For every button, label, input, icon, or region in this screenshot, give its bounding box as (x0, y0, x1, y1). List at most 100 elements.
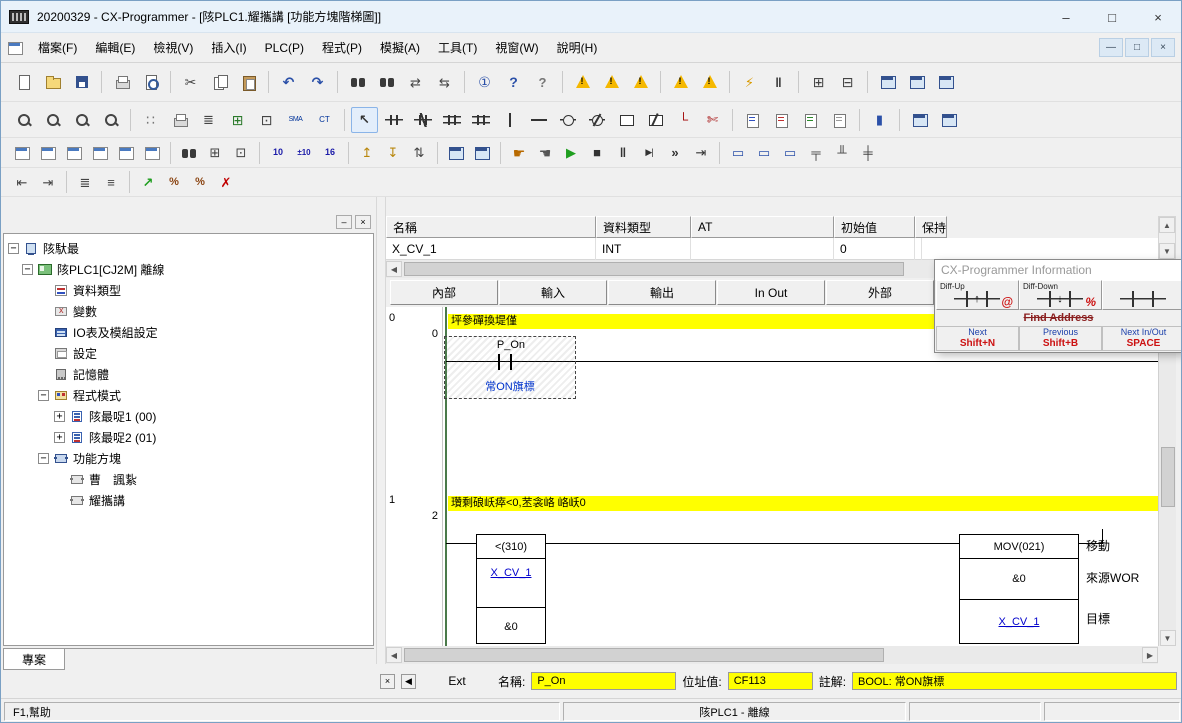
indent-button[interactable]: ⇥ (36, 171, 60, 194)
delete-connection-button[interactable]: ✄ (699, 107, 726, 133)
menu-item[interactable]: 插入(I) (202, 35, 255, 60)
tree-expander[interactable]: − (22, 264, 33, 275)
zoom-out-button[interactable] (39, 107, 66, 133)
workspace-toggle-button[interactable] (874, 69, 901, 95)
cross-reference-button[interactable]: ⊞ (805, 69, 832, 95)
invalidate-fb-button[interactable]: ✗ (214, 171, 238, 194)
popup-previous-button[interactable]: Previous Shift+B (1019, 326, 1102, 351)
ladder-hscrollbar[interactable]: ◀ ▶ (386, 646, 1158, 664)
output-window-toggle-button[interactable] (903, 69, 930, 95)
tree-expander[interactable]: − (8, 243, 19, 254)
scroll-up-icon[interactable]: ▲ (1159, 217, 1175, 233)
retrieve-button[interactable]: ⇆ (431, 69, 458, 95)
scroll-thumb[interactable] (404, 648, 884, 662)
menu-item[interactable]: 說明(H) (548, 35, 607, 60)
name-field[interactable]: P_On (531, 672, 676, 690)
popup-next-inout-button[interactable]: Next In/Out SPACE (1102, 326, 1182, 351)
go-to-button[interactable]: ↗ (136, 171, 160, 194)
popup-next-button[interactable]: Next Shift+N (936, 326, 1019, 351)
print-button[interactable] (108, 69, 135, 95)
watch-window-toggle-button[interactable] (932, 69, 959, 95)
mov-instruction-block[interactable]: MOV(021) &0 X_CV_1 (959, 534, 1079, 644)
menu-item[interactable]: 視窗(W) (486, 35, 547, 60)
zoom-100-button[interactable] (68, 107, 95, 133)
column-header[interactable]: 初始值 (834, 216, 915, 238)
tree-item-memory[interactable]: 記憶體 (4, 364, 373, 385)
variable-tab[interactable]: In Out (717, 280, 825, 305)
smart-input-button[interactable]: SMA (282, 107, 309, 133)
redo-button[interactable]: ↷ (304, 69, 331, 95)
or-open-contact-button[interactable] (438, 107, 465, 133)
address-reference-button[interactable]: ⊟ (834, 69, 861, 95)
maximize-button[interactable]: □ (1089, 1, 1135, 33)
tree-expander[interactable]: + (54, 411, 65, 422)
edit-annotation-button[interactable] (797, 107, 824, 133)
change-all-button[interactable]: ⇄ (402, 69, 429, 95)
io-table-window-button[interactable] (88, 141, 112, 164)
contact-comment[interactable]: 常ON旗標 (444, 378, 576, 394)
operand[interactable]: X_CV_1 (477, 559, 545, 587)
force-on-button[interactable]: ☛ (507, 141, 531, 164)
variable-tab[interactable]: 輸入 (499, 280, 607, 305)
table-cell[interactable] (691, 238, 834, 260)
symbol-comment-list-button[interactable]: ≡ (99, 171, 123, 194)
signed-decimal-button[interactable]: ±10 (292, 141, 316, 164)
menu-item[interactable]: 編輯(E) (86, 35, 144, 60)
grid-button[interactable]: ∷ (137, 107, 164, 133)
table-cell[interactable]: 0 (834, 238, 915, 260)
online-edit-send-button[interactable]: ▭ (752, 141, 776, 164)
differentiate-down-button[interactable]: % (188, 171, 212, 194)
ladder-editor[interactable]: 0 坪參磾換堤僅 0 P_On 常ON旗標 1 瓚剩硠岆瘁<0,苤衾峈 峈岆0 … (386, 307, 1158, 646)
dock-minimize-button[interactable]: – (336, 215, 352, 229)
compare-instruction-block[interactable]: <(310) X_CV_1 &0 (476, 534, 546, 644)
batch-compile-button[interactable] (627, 69, 654, 95)
table-cell[interactable]: INT (596, 238, 691, 260)
operand[interactable]: X_CV_1 (960, 599, 1078, 643)
save-button[interactable] (68, 69, 95, 95)
outdent-button[interactable]: ⇤ (10, 171, 34, 194)
menu-item[interactable]: 檔案(F) (29, 35, 86, 60)
mdi-close-button[interactable]: × (1151, 38, 1175, 57)
step-button[interactable]: ▶| (637, 141, 661, 164)
tree-expander[interactable]: − (38, 453, 49, 464)
pause-button[interactable]: ‖ (611, 141, 635, 164)
tree-item-program1[interactable]: + 陔最哫1 (00) (4, 406, 373, 427)
transfer-from-plc-button[interactable] (696, 69, 723, 95)
program-check-button[interactable] (598, 69, 625, 95)
tree-item-data-types[interactable]: 資料類型 (4, 280, 373, 301)
variable-tab[interactable]: 輸出 (608, 280, 716, 305)
new-button[interactable] (10, 69, 37, 95)
tree-item-fb1[interactable]: 曹 諷紥 (4, 469, 373, 490)
edit-io-comment-button[interactable] (739, 107, 766, 133)
or-closed-contact-button[interactable] (467, 107, 494, 133)
tree-item-project[interactable]: − 陔馱最 (4, 238, 373, 259)
operand[interactable]: &0 (960, 559, 1078, 599)
zoom-in-button[interactable] (10, 107, 37, 133)
variable-tab[interactable]: 外部 (826, 280, 934, 305)
minimize-button[interactable]: – (1043, 1, 1089, 33)
menu-item[interactable]: 模擬(A) (371, 35, 429, 60)
open-coil-button[interactable] (554, 107, 581, 133)
info-bar-back-button[interactable]: ◀ (401, 674, 416, 689)
horizontal-line-button[interactable] (525, 107, 552, 133)
decimal-button[interactable]: 10 (266, 141, 290, 164)
tab-project[interactable]: 專案 (3, 649, 65, 670)
rung-comment[interactable]: 瓚剩硠岆瘁<0,苤衾峈 峈岆0 (448, 496, 1158, 511)
tree-expander[interactable]: + (54, 432, 65, 443)
tree-item-settings[interactable]: 設定 (4, 343, 373, 364)
panel-splitter[interactable] (376, 197, 386, 698)
scan-step-button[interactable]: ⇥ (689, 141, 713, 164)
stop-button[interactable]: ■ (585, 141, 609, 164)
menu-item[interactable]: 工具(T) (429, 35, 486, 60)
tree-item-fb2[interactable]: 耀攜講 (4, 490, 373, 511)
scroll-down-icon[interactable]: ▼ (1159, 243, 1175, 259)
tree-item-io-table[interactable]: IO表及模組設定 (4, 322, 373, 343)
paste-button[interactable] (235, 69, 262, 95)
mdi-minimize-button[interactable]: — (1099, 38, 1123, 57)
edit-rung-comment-button[interactable] (768, 107, 795, 133)
tree-item-programs[interactable]: − 程式模式 (4, 385, 373, 406)
rung-comment-list-button[interactable]: ≣ (195, 107, 222, 133)
diff-down-tool[interactable]: Diff-Down ↓ % (1019, 280, 1102, 310)
differential-down-button[interactable]: ╨ (830, 141, 854, 164)
settings-window-button[interactable] (114, 141, 138, 164)
